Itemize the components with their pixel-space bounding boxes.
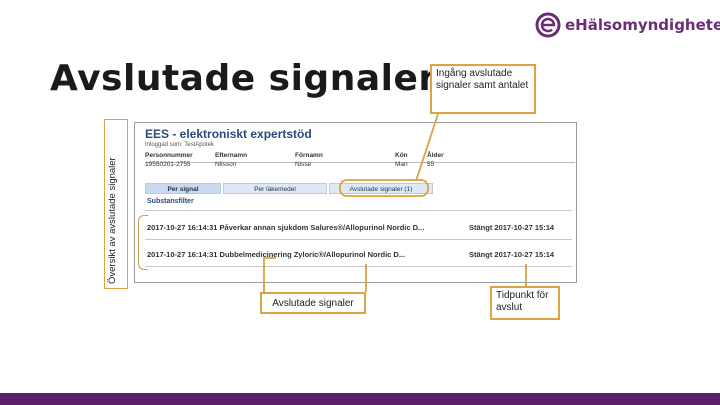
patient-value: Nisse xyxy=(295,161,312,168)
signal-closed-time: Stängt 2017-10-27 15:14 xyxy=(469,250,555,259)
tab-per-signal[interactable]: Per signal xyxy=(145,183,221,194)
substance-filter-label[interactable]: Substansfilter xyxy=(147,198,194,205)
patient-value: 55 xyxy=(427,161,435,168)
callout-closed-signals: Avslutade signaler xyxy=(260,292,366,314)
bottom-brand-bar xyxy=(0,393,720,405)
patient-header: Efternamn xyxy=(215,152,248,159)
signals-brace xyxy=(138,215,148,270)
signal-text: 2017-10-27 16:14:31 Dubbelmedicinering Z… xyxy=(147,250,406,259)
ees-screenshot: EES - elektroniskt expertstöd Inloggad s… xyxy=(134,122,577,283)
app-title: EES - elektroniskt expertstöd xyxy=(145,127,312,141)
logo-icon xyxy=(535,12,561,38)
patient-value: Man xyxy=(395,161,408,168)
patient-caption: Inloggad som: TestApotek xyxy=(145,142,214,148)
divider xyxy=(145,239,572,240)
divider xyxy=(145,210,572,211)
side-label: Översikt av avslutade signaler xyxy=(107,157,118,284)
patient-value: 19550201-2755 xyxy=(145,161,191,168)
signal-text: 2017-10-27 16:14:31 Påverkar annan sjukd… xyxy=(147,223,425,232)
tab-avslutade-signaler[interactable]: Avslutade signaler (1) xyxy=(329,183,433,194)
patient-header: Personnummer xyxy=(145,152,193,159)
callout-incoming: Ingång avslutade signaler samt antalet xyxy=(430,64,536,114)
divider xyxy=(145,266,572,267)
patient-header: Ålder xyxy=(427,152,444,159)
page-title: Avslutade signaler xyxy=(50,58,437,99)
callout-closed-time: Tidpunkt för avslut xyxy=(490,286,560,320)
signal-row[interactable]: 2017-10-27 16:14:31 Dubbelmedicinering Z… xyxy=(147,250,572,262)
tab-per-lakemedel[interactable]: Per läkemedel xyxy=(223,183,327,194)
tab-bar: Per signal Per läkemedel Avslutade signa… xyxy=(145,183,575,195)
logo: eHälsomyndigheten xyxy=(535,12,720,38)
logo-text: eHälsomyndigheten xyxy=(565,16,720,34)
patient-header: Kön xyxy=(395,152,408,159)
patient-value: Nilsson xyxy=(215,161,237,168)
signal-row[interactable]: 2017-10-27 16:14:31 Påverkar annan sjukd… xyxy=(147,223,572,235)
signal-closed-time: Stängt 2017-10-27 15:14 xyxy=(469,223,555,232)
patient-value-row: 19550201-2755 Nilsson Nisse Man 55 xyxy=(145,161,575,171)
patient-header: Förnamn xyxy=(295,152,323,159)
